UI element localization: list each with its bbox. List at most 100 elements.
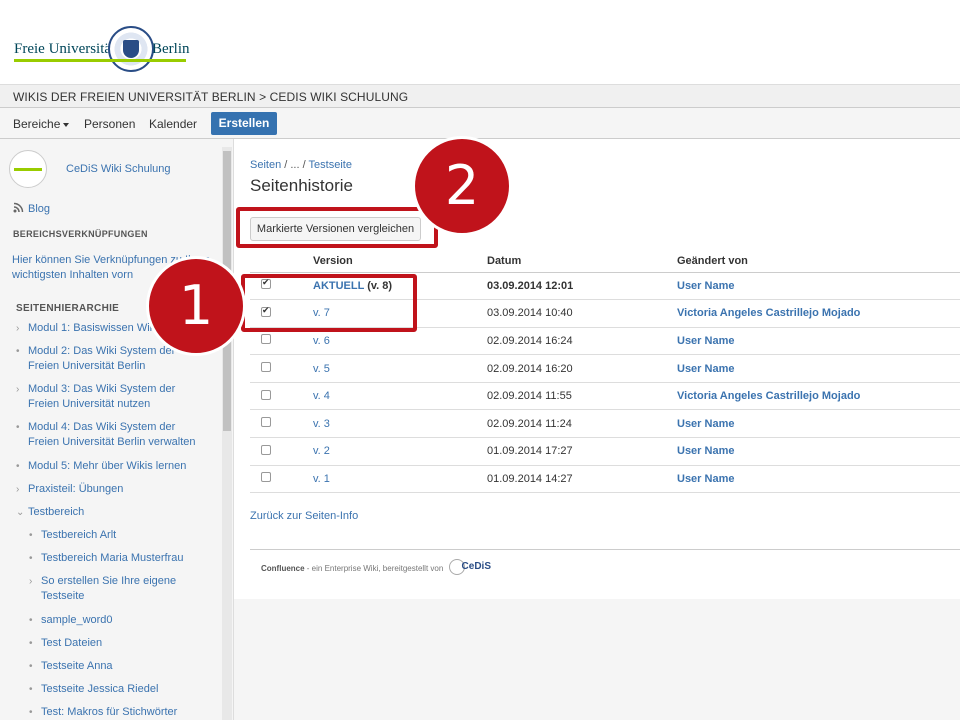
tree-item-label: Testbereich [28,506,85,518]
tree-item[interactable]: • Modul 5: Mehr über Wikis lernen [16,459,218,474]
footer-brand[interactable]: Confluence [261,564,305,573]
annotation-marker-2: 2 [412,136,512,236]
chevron-right-icon: › [29,576,33,587]
date-cell: 02.09.2014 11:24 [487,409,677,439]
version-cell: v. 3 [313,409,487,439]
tree-item[interactable]: • sample_word0 [29,613,216,628]
table-row: v. 3 02.09.2014 11:24 User Name [250,409,960,439]
space-breadcrumb-band: WIKIS DER FREIEN UNIVERSITÄT BERLIN > CE… [0,85,960,108]
tree-item-label: Test Dateien [41,637,103,649]
version-link[interactable]: v. 2 [313,445,330,457]
tree-item[interactable]: • Test: Makros für Stichwörter [29,705,221,720]
date-cell: 02.09.2014 11:55 [487,382,677,411]
row-checkbox-cell [250,382,313,411]
changed-by-cell: User Name [677,465,960,494]
version-link[interactable]: v. 4 [313,390,330,402]
version-checkbox[interactable] [261,472,271,483]
sidebar-item-blog[interactable]: Blog [13,202,50,215]
bullet-icon: • [29,638,33,649]
tree-item[interactable]: • Testbereich Maria Musterfrau [29,551,216,566]
tree-item-label: Modul 4: Das Wiki System der Freien Univ… [28,421,196,448]
sidebar: CeDiS Wiki Schulung Blog BEREICHSVERKNÜP… [0,139,234,720]
breadcrumb-seiten[interactable]: Seiten [250,159,281,171]
row-checkbox-cell [250,354,313,383]
cedis-logo[interactable]: CeDiS [448,559,493,575]
top-nav: Bereiche Personen Kalender Erstellen [0,108,960,139]
space-logo-icon[interactable] [9,150,47,188]
table-row: v. 1 01.09.2014 14:27 User Name [250,465,960,494]
annotation-box-2 [236,207,438,248]
space-name-link[interactable]: CeDiS Wiki Schulung [66,163,171,175]
page-bottom-area [234,599,960,720]
tree-item-label: Modul 1: Basiswissen Wiki [28,322,158,334]
user-link[interactable]: User Name [677,418,734,430]
version-checkbox[interactable] [261,417,271,428]
row-checkbox-cell [250,465,313,494]
tree-item-label: Modul 2: Das Wiki System der Freien Univ… [28,345,176,372]
tree-item-label: Test: Makros für Stichwörter [41,706,178,718]
version-checkbox[interactable] [261,334,271,345]
tree-item[interactable]: • Testseite Anna [29,659,216,674]
tree-item[interactable]: ⌄ Testbereich [16,505,218,520]
user-link[interactable]: User Name [677,280,734,292]
version-cell: v. 4 [313,382,487,411]
nav-kalender[interactable]: Kalender [149,117,197,131]
row-checkbox-cell [250,437,313,466]
bullet-icon: • [29,684,33,695]
tree-item-label: sample_word0 [41,614,113,626]
changed-by-cell: Victoria Angeles Castrillejo Mojado [677,382,960,411]
date-cell: 03.09.2014 10:40 [487,299,677,328]
date-cell: 02.09.2014 16:20 [487,354,677,383]
user-link[interactable]: User Name [677,473,734,485]
table-row: v. 4 02.09.2014 11:55 Victoria Angeles Cas… [250,382,960,411]
tree-item[interactable]: › Praxisteil: Übungen [16,482,218,497]
version-link[interactable]: v. 3 [313,418,330,430]
annotation-box-1 [241,274,417,332]
tree-item-label: Testbereich Maria Musterfrau [41,552,184,564]
nav-bereiche-label: Bereiche [13,117,61,131]
user-link[interactable]: Victoria Angeles Castrillejo Mojado [677,390,860,402]
version-checkbox[interactable] [261,362,271,373]
links-heading: BEREICHSVERKNÜPFUNGEN [13,229,148,239]
tree-item[interactable]: • Testseite Jessica Riedel [29,682,216,697]
bullet-icon: • [29,707,33,718]
space-breadcrumb[interactable]: WIKIS DER FREIEN UNIVERSITÄT BERLIN > CE… [13,90,408,104]
user-link[interactable]: Victoria Angeles Castrillejo Mojado [677,307,860,319]
user-link[interactable]: User Name [677,363,734,375]
version-checkbox[interactable] [261,389,271,400]
tree-item[interactable]: › So erstellen Sie Ihre eigene Testseite [29,574,191,604]
logo-underline [14,59,186,62]
back-to-page-info-link[interactable]: Zurück zur Seiten-Info [250,510,358,522]
changed-by-cell: User Name [677,437,960,466]
nav-bereiche[interactable]: Bereiche [13,117,70,131]
breadcrumb-testseite[interactable]: Testseite [309,159,352,171]
user-link[interactable]: User Name [677,445,734,457]
tree-item-label: Praxisteil: Übungen [28,483,124,495]
chevron-right-icon: › [16,323,20,334]
bullet-icon: • [16,346,20,357]
bullet-icon: • [29,530,33,541]
user-link[interactable]: User Name [677,335,734,347]
tree-item[interactable]: • Test Dateien [29,636,216,651]
changed-by-column-header: Geändert von [677,250,960,273]
chevron-right-icon: › [16,484,20,495]
tree-item[interactable]: • Modul 4: Das Wiki System der Freien Uni… [16,420,203,450]
tree-heading: SEITENHIERARCHIE [16,303,120,314]
date-cell: 01.09.2014 17:27 [487,437,677,466]
version-link[interactable]: v. 5 [313,363,330,375]
table-row: v. 2 01.09.2014 17:27 User Name [250,437,960,466]
version-link[interactable]: v. 6 [313,335,330,347]
tree-item[interactable]: • Testbereich Arlt [29,528,216,543]
nav-personen[interactable]: Personen [84,117,135,131]
fu-berlin-logo[interactable]: Freie Universität Berlin [14,26,190,76]
version-checkbox[interactable] [261,444,271,455]
breadcrumb-ellipsis[interactable]: / ... / [284,159,305,171]
sidebar-scrollbar[interactable] [222,147,232,720]
table-header-row: Version Datum Geändert von [250,250,960,273]
bullet-icon: • [29,553,33,564]
date-cell: 03.09.2014 12:01 [487,272,677,301]
table-row: v. 5 02.09.2014 16:20 User Name [250,354,960,383]
create-button[interactable]: Erstellen [211,112,277,135]
tree-item[interactable]: › Modul 3: Das Wiki System der Freien Uni… [16,382,198,412]
version-link[interactable]: v. 1 [313,473,330,485]
